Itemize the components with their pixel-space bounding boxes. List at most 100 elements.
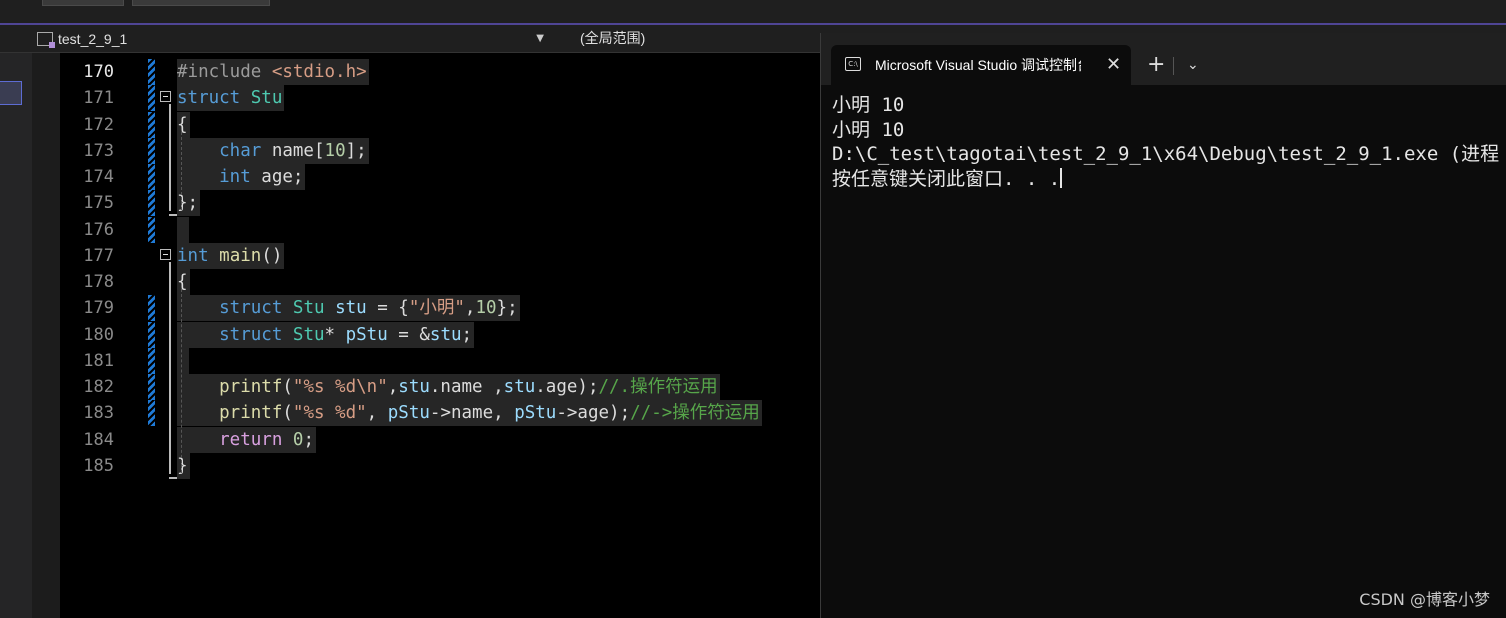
terminal-line: 小明 10 (832, 118, 1502, 143)
code-token: * (324, 324, 346, 345)
code-line[interactable]: 171 struct Stu (60, 85, 820, 112)
code-token: ]; (345, 140, 367, 161)
text-cursor (1060, 167, 1063, 188)
change-marker (148, 85, 155, 112)
terminal-line-text: 小明 10 (832, 94, 905, 116)
code-token: pStu (514, 403, 557, 424)
code-text: return 0; (177, 426, 316, 453)
project-icon (37, 31, 55, 48)
title-bar (0, 0, 1506, 25)
code-token: printf (177, 377, 283, 397)
code-token: return (177, 429, 293, 450)
line-number: 177 (83, 245, 114, 266)
code-line[interactable]: 173 char name[10]; (60, 137, 820, 164)
code-line[interactable]: 181 (60, 347, 820, 374)
terminal-line: 按任意键关闭此窗口. . . (832, 167, 1502, 192)
line-number: 174 (83, 167, 114, 187)
code-token: ->name, (429, 403, 515, 424)
change-marker (148, 59, 155, 85)
code-line[interactable]: 178 { (60, 269, 820, 295)
code-editor[interactable]: 170 #include <stdio.h> 171 struct Stu 172 {17… (60, 53, 820, 618)
line-number: 183 (83, 403, 114, 424)
code-text: printf("%s %d", pStu->name, pStu->age);/… (177, 400, 762, 427)
file-scope-dropdown[interactable]: test_2_9_1 ▼ (30, 25, 550, 52)
terminal-tab[interactable]: C:\ Microsoft Visual Studio 调试控制台 ✕ (831, 45, 1131, 85)
selected-tool-icon[interactable] (0, 81, 22, 105)
code-line[interactable]: 176 (60, 216, 820, 243)
terminal-output[interactable]: 小明 10 小明 10 D:\C_test\tagotai\test_2_9_1\x… (832, 93, 1502, 191)
code-token: ; (303, 429, 314, 450)
debug-console-window: C:\ Microsoft Visual Studio 调试控制台 ✕ + ⌄ … (820, 33, 1506, 618)
code-line[interactable]: 172 { (60, 111, 820, 138)
code-token: printf (177, 403, 283, 424)
code-token: { (177, 272, 188, 292)
code-line[interactable]: 177 int main() (60, 242, 820, 269)
code-line[interactable]: 180 struct Stu* pStu = &stu; (60, 321, 820, 348)
collapse-icon[interactable] (160, 91, 171, 103)
code-token: 10 (475, 298, 497, 319)
terminal-line: 小明 10 (832, 93, 1502, 118)
code-token: { (177, 114, 188, 135)
code-text: { (177, 111, 190, 138)
change-marker (148, 137, 155, 164)
line-number: 181 (83, 350, 114, 371)
line-number: 182 (83, 377, 114, 397)
toolbar-stub[interactable] (42, 0, 124, 6)
file-name: test_2_9_1 (58, 30, 128, 47)
code-line[interactable]: 175}; (60, 190, 820, 217)
indent-guide (181, 289, 182, 473)
fold-guide (169, 261, 171, 474)
code-token: struct (177, 324, 293, 345)
code-text (177, 216, 189, 243)
editor-margin (32, 53, 60, 618)
line-number: 185 (83, 455, 114, 476)
code-text: struct Stu (177, 85, 285, 112)
code-token: ->age); (556, 403, 631, 424)
watermark: CSDN @博客小梦 (1359, 590, 1490, 609)
code-text: #include <stdio.h> (177, 59, 369, 85)
code-token: <stdio.h> (271, 62, 367, 82)
code-line[interactable]: 179 struct Stu stu = {"小明",10}; (60, 295, 820, 322)
code-token: () (261, 245, 283, 266)
code-token: = { (366, 298, 409, 319)
chevron-down-icon[interactable]: ▼ (536, 33, 544, 44)
code-token: Stu (250, 88, 283, 109)
change-marker (148, 400, 155, 427)
code-token: int (177, 245, 220, 266)
code-line[interactable]: 185} (60, 452, 820, 479)
code-token: #include (177, 62, 272, 82)
line-number: 184 (83, 429, 114, 450)
code-token: = & (387, 324, 430, 345)
code-token: stu (429, 324, 462, 345)
chevron-down-icon[interactable]: ⌄ (1187, 45, 1199, 85)
global-scope-dropdown[interactable]: (全局范围) (580, 25, 645, 52)
fold-guide-end (169, 214, 177, 217)
close-icon[interactable]: ✕ (1106, 45, 1121, 85)
change-marker (148, 347, 155, 374)
terminal-tab-title: Microsoft Visual Studio 调试控制台 (875, 57, 1081, 73)
new-tab-button[interactable]: + (1147, 45, 1165, 85)
code-text: { (177, 269, 190, 295)
code-token: , (464, 298, 476, 319)
code-line[interactable]: 174 int age; (60, 164, 820, 190)
terminal-line-text: D:\C_test\tagotai\test_2_9_1\x64\Debug\t… (832, 143, 1500, 165)
code-line[interactable]: 170 #include <stdio.h> (60, 59, 820, 85)
change-marker (148, 164, 155, 190)
code-text: } (177, 452, 190, 479)
change-marker (148, 190, 155, 217)
code-line[interactable]: 184 return 0; (60, 426, 820, 453)
collapse-icon[interactable] (160, 248, 171, 260)
code-line[interactable]: 182 printf("%s %d\n",stu.name ,stu.age);… (60, 374, 820, 400)
code-token: [ (313, 140, 325, 161)
code-text: struct Stu stu = {"小明",10}; (177, 295, 520, 322)
terminal-line-text: 按任意键关闭此窗口. . . (832, 167, 1061, 190)
change-marker (148, 216, 155, 243)
line-number: 171 (83, 88, 114, 109)
code-token: //->操作符运用 (630, 403, 760, 424)
code-line[interactable]: 183 printf("%s %d", pStu->name, pStu->ag… (60, 400, 820, 427)
terminal-line-text: 小明 10 (832, 118, 905, 141)
code-token: Stu (292, 324, 325, 345)
indent-guide (181, 131, 182, 211)
line-number: 179 (83, 298, 114, 319)
toolbar-stub[interactable] (132, 0, 270, 6)
